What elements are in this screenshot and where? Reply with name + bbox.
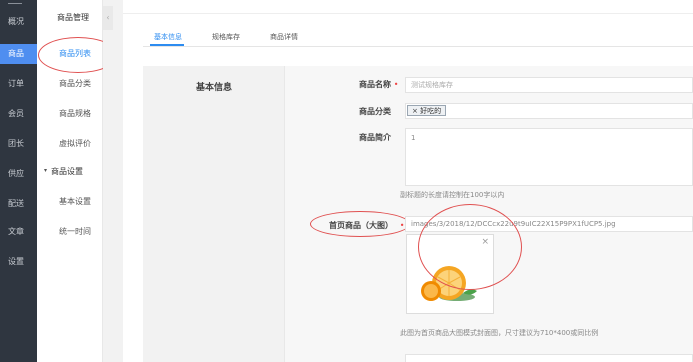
annotation-circle-image-label (310, 211, 410, 237)
nav-item-members[interactable]: 会员 (0, 104, 37, 124)
collapse-sidebar-icon[interactable]: ‹ (103, 6, 113, 30)
panel-topbar (123, 0, 693, 14)
nav-item-orders[interactable]: 订单 (0, 74, 37, 94)
nav-item-goods[interactable]: 商品 (0, 44, 37, 64)
subnav-section-goods-settings[interactable]: 商品设置 (37, 164, 103, 180)
subnav-item-basic-settings[interactable]: 基本设置 (37, 194, 103, 210)
category-select[interactable] (405, 103, 693, 119)
content-gutter (103, 0, 123, 362)
product-name-label-text: 商品名称 (359, 80, 391, 89)
intro-help-text: 副标题的长度请控制在100字以内 (400, 191, 505, 199)
required-mark: • (393, 80, 399, 89)
tab-goods-detail[interactable]: 商品详情 (270, 32, 298, 46)
next-field-input[interactable] (405, 354, 693, 362)
tab-divider (143, 46, 693, 47)
nav-item-leaders[interactable]: 团长 (0, 134, 37, 154)
nav-item-overview[interactable]: 概况 (0, 12, 37, 32)
intro-label: 商品简介 (359, 133, 391, 142)
nav-item-supply[interactable]: 供应 (0, 164, 37, 184)
category-tag[interactable]: × 好吃的 (407, 105, 447, 116)
annotation-circle-image-preview (418, 204, 522, 290)
tab-spec-stock[interactable]: 规格库存 (212, 32, 240, 46)
nav-item-settings[interactable]: 设置 (0, 252, 37, 272)
subnav-item-unified-time[interactable]: 统一时间 (37, 224, 103, 240)
subnav-item-goods-spec[interactable]: 商品规格 (37, 106, 103, 122)
section-sidebar: 基本信息 (143, 66, 285, 362)
subnav-item-virtual-review[interactable]: 虚拟评价 (37, 136, 103, 152)
subnav-item-goods-category[interactable]: 商品分类 (37, 76, 103, 92)
main-nav: 概况 商品 订单 会员 团长 供应 配送 文章 设置 (0, 0, 37, 362)
product-name-label: 商品名称 • (359, 79, 399, 90)
section-title: 基本信息 (195, 83, 232, 93)
nav-menu-icon[interactable] (8, 0, 22, 4)
basic-info-section: 基本信息 商品名称 • 测试规格库存 商品分类 × 好吃的 商品简介 1 副标题… (143, 66, 693, 362)
intro-textarea[interactable]: 1 (405, 128, 693, 186)
subnav-section-goods-manage: 商品管理 (57, 13, 89, 22)
nav-item-delivery[interactable]: 配送 (0, 194, 37, 214)
image-help-text: 此图为首页商品大图模式封面图，尺寸建议为710*400或同比例 (400, 329, 599, 337)
sub-nav: 商品管理 商品列表 商品分类 商品规格 虚拟评价 ▾ 商品设置 基本设置 统一时… (37, 0, 118, 362)
category-label: 商品分类 (359, 107, 391, 116)
nav-item-articles[interactable]: 文章 (0, 222, 37, 242)
main-panel: 基本信息 规格库存 商品详情 基本信息 商品名称 • 测试规格库存 商品分类 ×… (123, 0, 693, 362)
product-name-input[interactable]: 测试规格库存 (405, 77, 693, 93)
